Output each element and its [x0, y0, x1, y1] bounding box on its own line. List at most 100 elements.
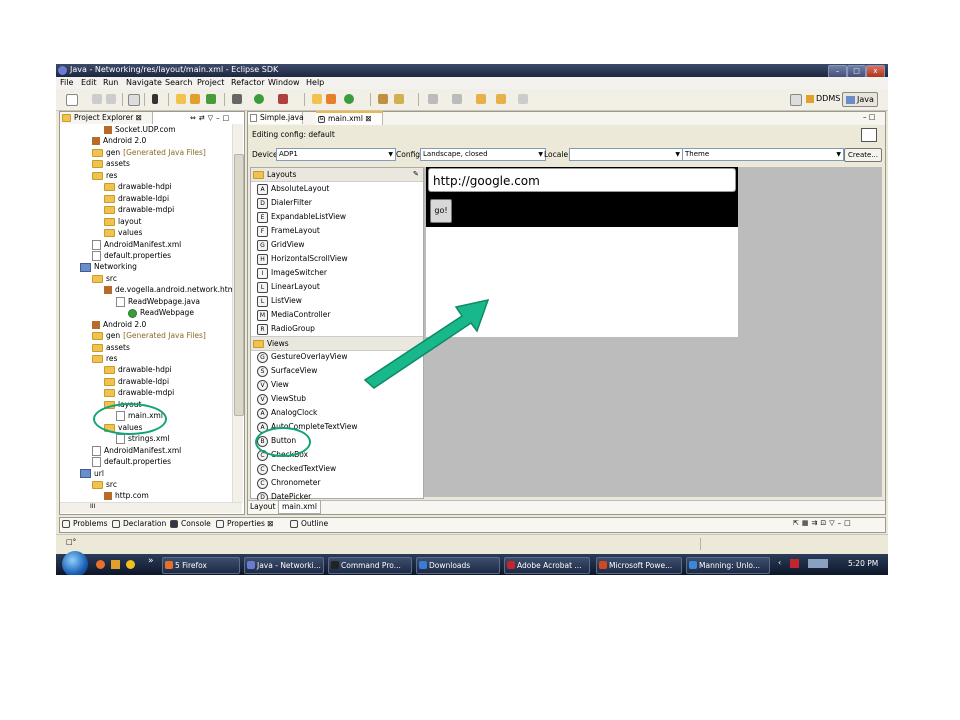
java-perspective[interactable]: Java — [842, 92, 878, 107]
tree-item[interactable]: AndroidManifest.xml — [92, 445, 181, 456]
tree-item[interactable]: http.com — [104, 490, 149, 501]
menu-window[interactable]: Window — [268, 78, 300, 87]
tab-layout[interactable]: Layout — [250, 501, 276, 512]
palette-item[interactable]: L LinearLayout — [257, 280, 320, 294]
last-edit-icon[interactable] — [476, 94, 486, 104]
vertical-scrollbar[interactable] — [232, 124, 244, 502]
external-tools-icon[interactable] — [278, 94, 288, 104]
menu-help[interactable]: Help — [306, 78, 324, 87]
menu-edit[interactable]: Edit — [81, 78, 97, 87]
devices-dropdown[interactable]: ADP1 ▼ — [276, 148, 396, 161]
tree-item[interactable]: drawable-ldpi — [104, 376, 169, 387]
tree-item[interactable]: ReadWebpage — [128, 307, 194, 318]
messenger-quicklaunch-icon[interactable] — [126, 560, 135, 569]
tree-item[interactable]: drawable-hdpi — [104, 181, 172, 192]
tree-item[interactable]: Networking — [80, 261, 137, 272]
palette-item[interactable]: C Chronometer — [257, 476, 320, 490]
debug-icon[interactable] — [232, 94, 242, 104]
palette-item[interactable]: E ExpandableListView — [257, 210, 346, 224]
palette-item[interactable]: A AnalogClock — [257, 406, 317, 420]
create-config-button[interactable]: Create... — [844, 148, 882, 162]
android-device-icon[interactable] — [152, 94, 158, 104]
menu-run[interactable]: Run — [103, 78, 118, 87]
menu-navigate[interactable]: Navigate — [126, 78, 162, 87]
tab-properties[interactable]: Properties ⊠ — [216, 519, 274, 528]
preview-go-button[interactable]: go! — [430, 199, 452, 223]
palette-item[interactable]: H HorizontalScrollView — [257, 252, 348, 266]
locale-dropdown[interactable]: ▼ — [569, 148, 683, 161]
tree-item[interactable]: gen [Generated Java Files] — [92, 147, 206, 158]
menu-project[interactable]: Project — [197, 78, 224, 87]
palette-item[interactable]: S SurfaceView — [257, 364, 317, 378]
next-annotation-icon[interactable] — [428, 94, 438, 104]
preview-url-edittext[interactable]: http://google.com — [428, 168, 736, 192]
scroll-thumb[interactable] — [234, 154, 244, 416]
taskbar-button[interactable]: Command Pro... — [328, 557, 412, 574]
palette-item[interactable]: I ImageSwitcher — [257, 266, 327, 280]
palette-item[interactable]: D DialerFilter — [257, 196, 312, 210]
tree-item[interactable]: Android 2.0 — [92, 135, 146, 146]
new-class-icon[interactable] — [206, 94, 216, 104]
tree-item[interactable]: assets — [92, 158, 130, 169]
tab-console[interactable]: Console — [170, 519, 211, 528]
tree-item[interactable]: url — [80, 468, 104, 479]
configuration-toggle-icon[interactable] — [861, 128, 877, 142]
palette-item[interactable]: C CheckedTextView — [257, 462, 336, 476]
tree-item[interactable]: res — [92, 353, 117, 364]
tab-main-xml-source[interactable]: main.xml — [278, 500, 321, 514]
pin-icon[interactable]: ✎ — [413, 168, 419, 181]
config-dropdown[interactable]: Landscape, closed ▼ — [420, 148, 546, 161]
tree-item[interactable]: Socket.UDP.com — [104, 124, 176, 135]
properties-toolbar-icons[interactable]: ⇱▦⇉⊡▽–□ — [793, 519, 854, 527]
palette-item[interactable]: V View — [257, 378, 289, 392]
taskbar-button[interactable]: Java - Networki... — [244, 557, 324, 574]
run-icon[interactable] — [254, 94, 264, 104]
tab-main-xml[interactable]: Gmain.xml ⊠ — [316, 111, 383, 125]
horizontal-scrollbar[interactable]: III — [60, 502, 242, 513]
fast-view-icon[interactable]: □° — [66, 538, 76, 546]
taskbar-button[interactable]: 5 Firefox — [162, 557, 240, 574]
open-resource-icon[interactable] — [326, 94, 336, 104]
taskbar-button[interactable]: Microsoft Powe... — [596, 557, 682, 574]
palette-item[interactable]: L ListView — [257, 294, 302, 308]
tree-item[interactable]: drawable-ldpi — [104, 193, 169, 204]
new-android-project-icon[interactable] — [344, 94, 354, 104]
save-icon[interactable] — [92, 94, 102, 104]
tree-item[interactable]: src — [92, 479, 117, 490]
palette-item[interactable]: R RadioGroup — [257, 322, 315, 336]
explorer-quicklaunch-icon[interactable] — [111, 560, 120, 569]
tree-item[interactable]: drawable-hdpi — [104, 364, 172, 375]
tree-item[interactable]: Android 2.0 — [92, 319, 146, 330]
menu-search[interactable]: Search — [165, 78, 192, 87]
print-icon[interactable] — [128, 94, 140, 106]
tree-item[interactable]: drawable-mdpi — [104, 204, 174, 215]
taskbar-scroll-left[interactable]: ‹ — [778, 558, 781, 567]
tree-item[interactable]: values — [104, 227, 142, 238]
palette-item[interactable]: D DatePicker — [257, 490, 311, 500]
palette-item[interactable]: V ViewStub — [257, 392, 306, 406]
prev-annotation-icon[interactable] — [452, 94, 462, 104]
tab-simple-java[interactable]: Simple.java — [248, 112, 304, 124]
menu-file[interactable]: File — [60, 78, 73, 87]
tree-item[interactable]: de.vogella.android.network.html — [104, 284, 232, 295]
taskbar-button[interactable]: Downloads — [416, 557, 500, 574]
tree-item[interactable]: default.properties — [92, 456, 171, 468]
pen-icon[interactable] — [394, 94, 404, 104]
palette-item[interactable]: G GestureOverlayView — [257, 350, 348, 364]
tree-item[interactable]: res — [92, 170, 117, 181]
new-icon[interactable] — [66, 94, 78, 106]
palette-layouts-header[interactable]: Layouts ✎ — [251, 168, 423, 182]
tray-icon-1[interactable] — [790, 559, 799, 568]
start-button[interactable] — [62, 551, 88, 575]
firefox-quicklaunch-icon[interactable] — [96, 560, 105, 569]
tree-item[interactable]: src — [92, 273, 117, 284]
tab-problems[interactable]: Problems — [62, 519, 108, 528]
save-all-icon[interactable] — [106, 94, 116, 104]
palette-item[interactable]: G GridView — [257, 238, 305, 252]
theme-dropdown[interactable]: Theme ▼ — [682, 148, 844, 161]
new-java-package-icon[interactable] — [190, 94, 200, 104]
tree-item[interactable]: layout — [104, 216, 141, 227]
tab-declaration[interactable]: Declaration — [112, 519, 166, 528]
view-toolbar-icons[interactable]: ⇔⇄▽–□ — [190, 114, 232, 122]
tree-item[interactable]: drawable-mdpi — [104, 387, 174, 398]
